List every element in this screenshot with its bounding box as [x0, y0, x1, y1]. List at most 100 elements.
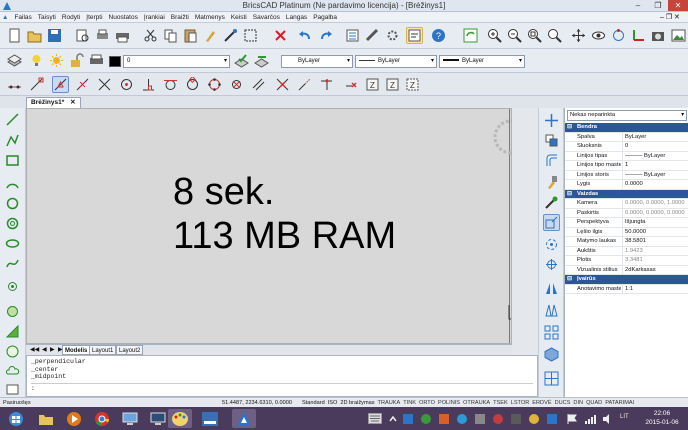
tab-layout2[interactable]: Layout2: [116, 345, 144, 355]
zoom-out-icon[interactable]: [506, 27, 523, 44]
menu-window[interactable]: Langas: [283, 12, 310, 23]
tray-app-icon[interactable]: [528, 413, 540, 425]
circle-tool-icon[interactable]: [4, 195, 21, 212]
ellipse-tool-icon[interactable]: [4, 235, 21, 252]
pan-icon[interactable]: [570, 27, 587, 44]
property-row[interactable]: Spalva ByLayer: [565, 132, 688, 142]
property-row[interactable]: Kamera 0.0000, 0.0000, 1.0000: [565, 199, 688, 209]
property-row[interactable]: Matymo laukas 38.5801: [565, 237, 688, 247]
tray-app-icon[interactable]: [474, 413, 486, 425]
settings-icon[interactable]: [384, 27, 401, 44]
property-row[interactable]: Vizualinis stilius 2dKarkasas: [565, 265, 688, 275]
status-toggle[interactable]: DIN: [573, 400, 583, 406]
selection-dropdown[interactable]: Nekas neparinkta ▾: [567, 110, 687, 121]
explorer-icon[interactable]: [406, 27, 423, 44]
snap-z-minus-icon[interactable]: Z: [384, 76, 401, 93]
property-row[interactable]: Paskirtis 0.0000, 0.0000, 0.0000: [565, 208, 688, 218]
layer-dropdown[interactable]: 0 ▾: [123, 55, 230, 68]
snap-endpoint-icon[interactable]: [28, 76, 45, 93]
clock[interactable]: 22:06 2015-01-06: [642, 409, 682, 427]
snap-quadrant-icon[interactable]: [184, 76, 201, 93]
help-icon[interactable]: ?: [430, 27, 447, 44]
spline-tool-icon[interactable]: [4, 255, 21, 272]
offset-icon[interactable]: [543, 152, 560, 169]
property-row[interactable]: Anotavimo mastel 1:1: [565, 284, 688, 294]
rectangle-tool-icon[interactable]: [4, 152, 21, 169]
pick-icon[interactable]: [222, 27, 239, 44]
rectangular-array-icon[interactable]: [543, 324, 560, 341]
restore-icon[interactable]: ❐: [648, 0, 668, 11]
layer-plot-icon[interactable]: [88, 52, 105, 69]
chrome-icon[interactable]: [90, 409, 114, 428]
revision-cloud-icon[interactable]: [4, 363, 21, 380]
clear-snaps-icon[interactable]: [342, 76, 359, 93]
snap-none-icon[interactable]: [6, 76, 23, 93]
layer-color-swatch[interactable]: [109, 56, 121, 67]
layer-thaw-icon[interactable]: [48, 52, 65, 69]
status-toggle[interactable]: TINK: [403, 400, 416, 406]
property-category[interactable]: ⊟ Įvairūs: [565, 275, 688, 285]
property-row[interactable]: Linijos tipo mastel 1: [565, 161, 688, 171]
layer-unlock-icon[interactable]: [68, 52, 85, 69]
menu-parametric[interactable]: Savarčos: [250, 12, 283, 23]
snap-node-icon[interactable]: [228, 76, 245, 93]
menu-help[interactable]: Pagalba: [310, 12, 340, 23]
undo-icon[interactable]: [296, 27, 313, 44]
property-value[interactable]: 38.5801: [622, 237, 688, 247]
arc-tool-icon[interactable]: [4, 175, 21, 192]
snap-apparent-icon[interactable]: [96, 76, 113, 93]
zoom-extents-icon[interactable]: [546, 27, 563, 44]
keyboard-icon[interactable]: [368, 413, 382, 424]
property-value[interactable]: 50.0000: [622, 227, 688, 237]
volume-icon[interactable]: [602, 413, 614, 425]
drawing-canvas[interactable]: 8 sek. 113 MB RAM W: [26, 108, 512, 344]
document-tab[interactable]: Brėžinys1* ✕: [26, 97, 81, 108]
tray-app-icon[interactable]: [420, 413, 432, 425]
property-value[interactable]: 1: [622, 161, 688, 171]
status-toggle[interactable]: ISO: [328, 400, 338, 406]
menu-edit[interactable]: Taisyti: [35, 12, 59, 23]
property-value[interactable]: Išjungta: [622, 218, 688, 228]
copy-icon[interactable]: [162, 27, 179, 44]
zoom-in-icon[interactable]: [486, 27, 503, 44]
tray-app-icon[interactable]: [402, 413, 414, 425]
grid-array-icon[interactable]: [543, 370, 560, 387]
scale-icon[interactable]: [543, 214, 560, 231]
collapse-icon[interactable]: ⊟: [567, 190, 572, 200]
snap-perpendicular-icon[interactable]: [140, 76, 157, 93]
command-line[interactable]: _perpendicular _center _midpoint :: [26, 355, 538, 397]
match-properties-icon[interactable]: [202, 27, 219, 44]
mirror-icon[interactable]: [543, 280, 560, 297]
media-player-icon[interactable]: [62, 409, 86, 428]
properties-icon[interactable]: [344, 27, 361, 44]
snap-z-tracking-icon[interactable]: Z: [404, 76, 421, 93]
property-category[interactable]: ⊟ Vaizdas: [565, 189, 688, 200]
solid-icon[interactable]: [543, 346, 560, 363]
collapse-icon[interactable]: ⊟: [567, 275, 572, 285]
view-icon[interactable]: [590, 27, 607, 44]
status-toggle[interactable]: Standard: [302, 400, 325, 406]
property-value[interactable]: 1:1: [622, 284, 688, 294]
property-value[interactable]: 1.9423: [622, 246, 688, 256]
cut-icon[interactable]: [142, 27, 159, 44]
snap-parallel-icon[interactable]: [250, 76, 267, 93]
layer-on-icon[interactable]: [28, 52, 45, 69]
file-explorer-icon[interactable]: [34, 409, 58, 428]
line-tool-icon[interactable]: [4, 111, 21, 128]
save-icon[interactable]: [46, 27, 63, 44]
language-indicator[interactable]: LIT: [620, 414, 629, 420]
command-prompt[interactable]: :: [31, 382, 533, 393]
image-icon[interactable]: [670, 27, 687, 44]
status-toggle[interactable]: ERDVĖ: [532, 400, 551, 406]
tray-app-icon[interactable]: [456, 413, 468, 425]
property-row[interactable]: Lęšio ilgis 50.0000: [565, 227, 688, 237]
redo-icon[interactable]: [318, 27, 335, 44]
snap-nearest-icon[interactable]: [74, 76, 91, 93]
render-icon[interactable]: [650, 27, 667, 44]
snap-center-icon[interactable]: [118, 76, 135, 93]
start-icon[interactable]: [4, 409, 28, 428]
network-icon[interactable]: [584, 413, 596, 425]
menu-draw[interactable]: Braižti: [168, 12, 192, 23]
regen-icon[interactable]: [462, 27, 479, 44]
menu-tools[interactable]: Įrankiai: [141, 12, 168, 23]
